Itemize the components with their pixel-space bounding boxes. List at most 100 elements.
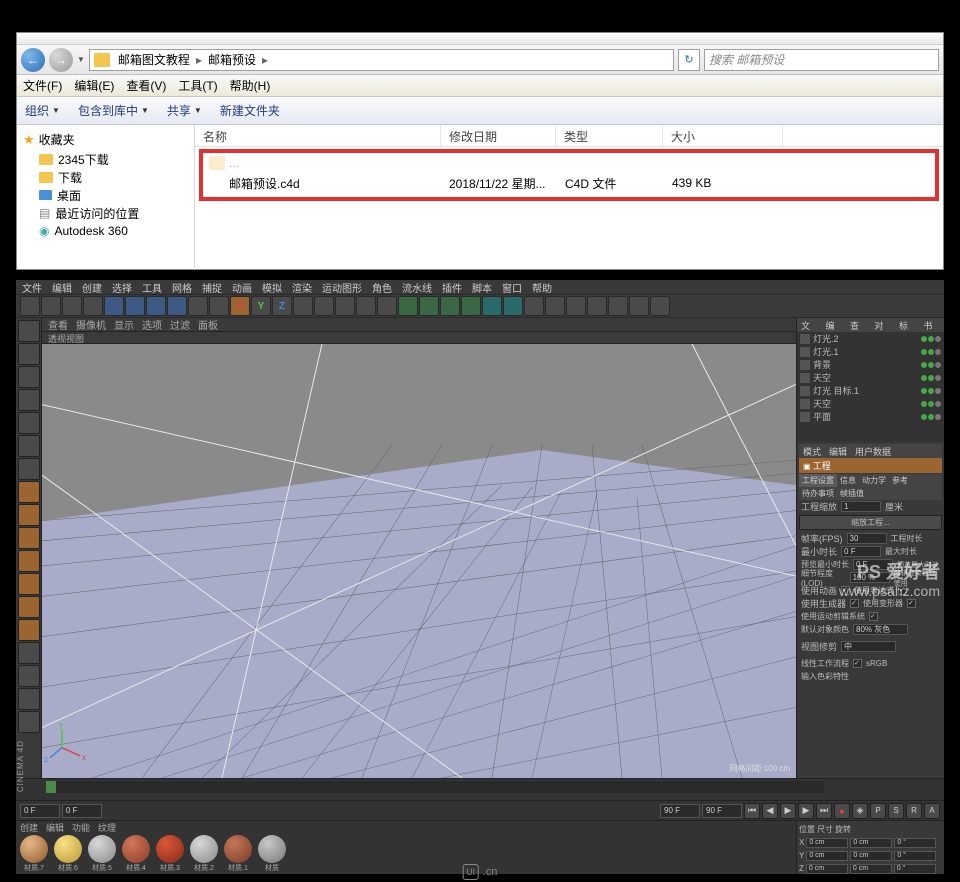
file-row[interactable]: ... xyxy=(203,153,935,173)
vp-menu-item[interactable]: 面板 xyxy=(198,317,218,332)
checkbox[interactable] xyxy=(907,599,916,608)
menu-item[interactable]: 角色 xyxy=(372,280,392,295)
proj-tab[interactable]: 信息 xyxy=(837,474,859,487)
clip-select[interactable] xyxy=(841,641,896,652)
viewport[interactable]: x y z 网格间距:100 cm xyxy=(42,344,796,778)
coord-input[interactable]: 0 cm xyxy=(850,864,892,874)
coord-input[interactable]: 0 ° xyxy=(894,838,936,848)
scale-input[interactable] xyxy=(841,501,881,512)
forward-button[interactable]: → xyxy=(49,48,73,72)
tool-button[interactable] xyxy=(18,711,40,733)
scale-project-button[interactable]: 缩放工程... xyxy=(799,515,942,530)
vp-menu-item[interactable]: 查看 xyxy=(48,317,68,332)
toolbar-button[interactable] xyxy=(293,296,313,316)
toolbar-button[interactable] xyxy=(587,296,607,316)
mat-tab[interactable]: 编辑 xyxy=(46,821,64,833)
timeline[interactable] xyxy=(16,778,944,800)
tool-button[interactable] xyxy=(18,596,40,618)
proj-tab[interactable]: 动力学 xyxy=(859,474,889,487)
toolbar-button[interactable] xyxy=(104,296,124,316)
object-row[interactable]: 灯光.1 xyxy=(797,345,944,358)
coord-input[interactable]: 0 cm xyxy=(850,838,892,848)
sidebar-item[interactable]: 桌面 xyxy=(17,186,194,204)
file-row[interactable]: 邮箱预设.c4d 2018/11/22 星期... C4D 文件 439 KB xyxy=(203,173,935,193)
checkbox[interactable] xyxy=(850,599,859,608)
sidebar-item[interactable]: 下载 xyxy=(17,168,194,186)
tool-button[interactable] xyxy=(18,343,40,365)
include-button[interactable]: 包含到库中▼ xyxy=(78,102,149,119)
organize-button[interactable]: 组织▼ xyxy=(25,102,60,119)
menu-item[interactable]: 编辑 xyxy=(52,280,72,295)
timeline-marker[interactable] xyxy=(46,781,56,793)
checkbox[interactable] xyxy=(869,612,878,621)
tool-button[interactable] xyxy=(18,412,40,434)
frame-end[interactable]: 90 F xyxy=(660,804,700,818)
material-ball[interactable]: 材质.6 xyxy=(52,835,84,873)
address-bar[interactable]: 邮箱图文教程 ▸ 邮箱预设 ▸ xyxy=(89,49,674,71)
sidebar-item[interactable]: ◉Autodesk 360 xyxy=(17,222,194,240)
menu-item[interactable]: 捕捉 xyxy=(202,280,222,295)
tool-button[interactable] xyxy=(18,389,40,411)
toolbar-button[interactable] xyxy=(461,296,481,316)
search-input[interactable]: 搜索 邮箱预设 xyxy=(704,49,939,71)
coord-input[interactable]: 0 cm xyxy=(850,851,892,861)
col-name[interactable]: 名称 xyxy=(195,125,441,146)
coord-input[interactable]: 0 cm xyxy=(806,864,848,874)
col-type[interactable]: 类型 xyxy=(556,125,663,146)
attr-tab[interactable]: 模式 xyxy=(799,444,825,458)
frame-current[interactable]: 0 F xyxy=(62,804,102,818)
tool-button[interactable] xyxy=(18,573,40,595)
toolbar-button[interactable] xyxy=(314,296,334,316)
panel-tab[interactable]: 查看 xyxy=(846,318,871,332)
panel-tab[interactable]: 编辑 xyxy=(822,318,847,332)
proj-tab[interactable]: 参考 xyxy=(889,474,911,487)
refresh-button[interactable]: ↻ xyxy=(678,49,700,71)
tool-button[interactable] xyxy=(18,527,40,549)
vp-menu-item[interactable]: 选项 xyxy=(142,317,162,332)
vp-menu-item[interactable]: 过滤 xyxy=(170,317,190,332)
breadcrumb-item[interactable]: 邮箱图文教程 xyxy=(114,50,194,70)
toolbar-button[interactable] xyxy=(524,296,544,316)
menu-item[interactable]: 帮助 xyxy=(532,280,552,295)
menu-item[interactable]: 运动图形 xyxy=(322,280,362,295)
toolbar-button[interactable] xyxy=(209,296,229,316)
attr-tab[interactable]: 编辑 xyxy=(825,444,851,458)
toolbar-button[interactable] xyxy=(356,296,376,316)
object-row[interactable]: 平面 xyxy=(797,410,944,423)
menu-item[interactable]: 文件 xyxy=(22,280,42,295)
toolbar-button[interactable] xyxy=(545,296,565,316)
tool-button[interactable] xyxy=(18,320,40,342)
play-button[interactable]: ▶ xyxy=(780,803,796,819)
record-button[interactable]: ● xyxy=(834,803,850,819)
material-ball[interactable]: 材质.7 xyxy=(18,835,50,873)
mat-tab[interactable]: 纹理 xyxy=(98,821,116,833)
object-row[interactable]: 天空 xyxy=(797,371,944,384)
tool-button[interactable] xyxy=(18,642,40,664)
menu-view[interactable]: 查看(V) xyxy=(126,77,166,94)
toolbar-button[interactable] xyxy=(503,296,523,316)
menu-item[interactable]: 流水线 xyxy=(402,280,432,295)
toolbar-button[interactable]: Y xyxy=(251,296,271,316)
tool-button[interactable] xyxy=(18,458,40,480)
menu-item[interactable]: 模拟 xyxy=(262,280,282,295)
material-ball[interactable]: 材质 xyxy=(256,835,288,873)
menu-item[interactable]: 网格 xyxy=(172,280,192,295)
back-button[interactable]: ← xyxy=(21,48,45,72)
breadcrumb-item[interactable]: 邮箱预设 xyxy=(204,50,260,70)
mat-tab[interactable]: 创建 xyxy=(20,821,38,833)
toolbar-button[interactable] xyxy=(83,296,103,316)
tool-button[interactable] xyxy=(18,619,40,641)
toolbar-button[interactable] xyxy=(482,296,502,316)
menu-item[interactable]: 插件 xyxy=(442,280,462,295)
panel-tab[interactable]: 标签 xyxy=(895,318,920,332)
frame-start[interactable]: 0 F xyxy=(20,804,60,818)
goto-end-button[interactable]: ⏭ xyxy=(816,803,832,819)
panel-tab[interactable]: 书签 xyxy=(920,318,945,332)
menu-help[interactable]: 帮助(H) xyxy=(230,77,271,94)
col-date[interactable]: 修改日期 xyxy=(441,125,556,146)
toolbar-button[interactable] xyxy=(188,296,208,316)
tool-button[interactable] xyxy=(18,435,40,457)
menu-item[interactable]: 选择 xyxy=(112,280,132,295)
menu-edit[interactable]: 编辑(E) xyxy=(74,77,114,94)
attr-tab[interactable]: 用户数据 xyxy=(851,444,895,458)
